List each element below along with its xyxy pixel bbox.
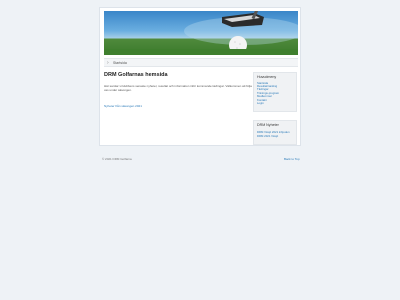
news-item[interactable]: DRM 2021 Växjö bbox=[257, 134, 293, 138]
main-menu-title: Huvudmeny bbox=[257, 75, 277, 79]
chevron-right-icon: › bbox=[107, 60, 109, 66]
golf-banner-graphic bbox=[104, 11, 298, 55]
nav-item-startsida[interactable]: Startsida bbox=[113, 60, 127, 66]
news-box: DRM Nyheter DRM Växjö 2021 inbjuden DRM … bbox=[253, 120, 297, 145]
page-container: › Startsida DRM Golfarnas hemsida Här sa… bbox=[99, 7, 301, 146]
top-navigation-bar: › Startsida bbox=[104, 58, 298, 67]
main-content: DRM Golfarnas hemsida Här samlar vi klub… bbox=[104, 72, 252, 108]
page-title: DRM Golfarnas hemsida bbox=[104, 72, 168, 78]
main-menu-box: Huvudmeny Startsida Resultat/ranking Täv… bbox=[253, 72, 297, 112]
footer-copyright: © 2021 DRM Golfarna bbox=[102, 157, 132, 161]
menu-item-login[interactable]: Login bbox=[257, 101, 293, 105]
back-to-top-link[interactable]: Back to Top bbox=[284, 157, 300, 161]
banner-image bbox=[104, 11, 298, 55]
news-box-title: DRM Nyheter bbox=[257, 123, 279, 127]
news-link[interactable]: Nyheter från säsongen 2021 bbox=[104, 104, 142, 108]
intro-text: Här samlar vi klubbens senaste nyheter, … bbox=[104, 84, 252, 93]
